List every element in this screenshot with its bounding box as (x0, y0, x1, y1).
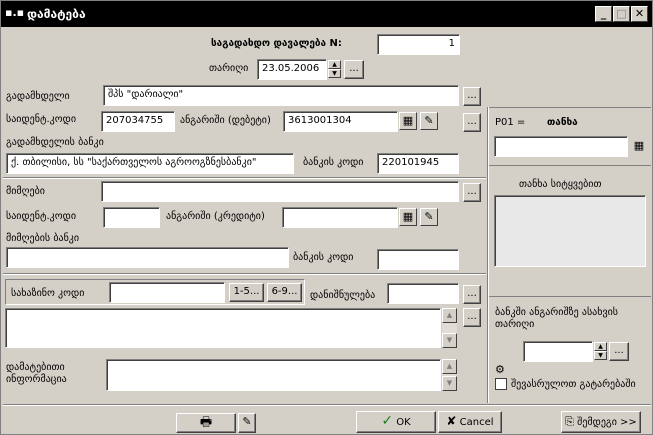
additional-info-scrollbar[interactable]: ▲ ▼ (442, 359, 457, 391)
purpose-textarea[interactable] (5, 308, 441, 348)
date-label: თარიღი (209, 63, 249, 74)
receiver-bank-label: მიმღების ბანკი (6, 233, 80, 244)
maximize-button[interactable]: □ (613, 6, 630, 22)
completed-label: შევასრულოთ გატარებაში (511, 379, 636, 390)
amount-label: თანხა (547, 117, 578, 128)
additional-info-textarea[interactable] (106, 359, 441, 391)
close-button[interactable]: ✕ (631, 6, 648, 22)
payer-bank-field[interactable]: ქ. თბილისი, სს "საქართველოს აგროოგზნესბა… (6, 153, 294, 174)
receiver-bank-field[interactable] (6, 247, 289, 268)
purpose-field[interactable] (387, 283, 459, 304)
payer-bank-label: გადამხდელის ბანკი (6, 137, 104, 148)
window-menu-icon[interactable]: ▪.▪ (5, 6, 24, 19)
divider (489, 296, 651, 297)
receiver-account-label: ანგარიში (კრედიტი) (166, 211, 265, 222)
payer-account-field[interactable]: 3613001304 (283, 111, 398, 132)
next-label: შემდეგი >> (577, 417, 637, 428)
treasury-code-label: სახაზინო კოდი (11, 288, 85, 299)
amount-field[interactable] (494, 136, 628, 157)
divider (3, 405, 651, 406)
receiver-bank-code-label: ბანკის კოდი (293, 252, 354, 263)
receiver-field[interactable] (101, 181, 459, 202)
divider (3, 274, 486, 275)
window-title: დამატება (27, 7, 86, 21)
completed-checkbox[interactable] (495, 378, 507, 390)
cancel-label: Cancel (459, 417, 494, 428)
receiver-tax-code-label: საიდენტ.კოდი (6, 211, 76, 222)
treasury-code-field[interactable] (109, 282, 225, 303)
edit-account-icon[interactable]: ✎ (420, 112, 438, 130)
receiver-label: მიმღები (6, 186, 45, 197)
amount-in-words-label: თანხა სიტყვებით (519, 179, 602, 190)
doc-title: საგადახდო დავალება N: (211, 38, 342, 49)
receiver-lookup-button[interactable]: ... (463, 183, 481, 202)
receiver-account-field[interactable] (282, 207, 398, 228)
calculator-icon[interactable]: ▦ (399, 112, 417, 130)
bank-date-label-1: ბანკში ანგარიშზე ასახვის (495, 307, 619, 318)
payer-account-label: ანგარიში (დებეტი) (180, 115, 271, 126)
additional-info-label-1: დამატებითი (6, 362, 65, 373)
scroll-up-arrow-icon[interactable]: ▲ (442, 359, 457, 374)
date-field[interactable]: 23.05.2006 (257, 59, 327, 80)
doc-number-field[interactable]: 1 (377, 34, 460, 55)
bank-date-picker-button[interactable]: ... (609, 342, 629, 361)
cancel-button[interactable]: ✘ Cancel (438, 411, 502, 433)
payer-field[interactable]: შპს "დარიალი" (103, 85, 459, 106)
edit-account-icon[interactable]: ✎ (420, 208, 438, 226)
ok-label: OK (396, 417, 411, 428)
divider (488, 107, 489, 403)
purpose-lookup-button[interactable]: ... (463, 285, 481, 304)
divider (489, 165, 651, 166)
receiver-tax-code-field[interactable] (103, 207, 160, 228)
dialog-window: ▪.▪ დამატება _ □ ✕ საგადახდო დავალება N:… (0, 0, 653, 435)
payer-tax-code-label: საიდენტ.კოდი (6, 114, 76, 125)
bank-date-label-2: თარიღი (495, 319, 535, 330)
settings-button[interactable]: ✎ (238, 413, 256, 433)
p01-code-label: P01 = (495, 117, 526, 128)
divider (489, 107, 651, 108)
payer-account-lookup-button[interactable]: ... (463, 113, 481, 132)
date-spinner[interactable]: ▲ ▼ (328, 60, 341, 78)
printer-icon: 🖶 (199, 415, 213, 430)
settings-icon: ✎ (242, 415, 252, 428)
date-picker-button[interactable]: ... (344, 60, 364, 79)
payer-bank-code-label: ბანკის კოდი (303, 157, 364, 168)
check-icon: ✓ (381, 413, 394, 429)
bank-date-spinner[interactable]: ▲ ▼ (594, 342, 607, 360)
payer-lookup-button[interactable]: ... (463, 87, 481, 106)
title-bar: ▪.▪ დამატება _ □ ✕ (1, 1, 652, 27)
ok-button[interactable]: ✓ OK (356, 411, 436, 433)
print-button[interactable]: 🖶 (176, 413, 236, 433)
payer-bank-code-field[interactable]: 220101945 (377, 153, 459, 174)
purpose-label: დანიშნულება (310, 290, 376, 301)
next-doc-icon: ⎘ (565, 415, 574, 428)
next-button[interactable]: ⎘ შემდეგი >> (561, 411, 641, 433)
payer-label: გადამხდელი (6, 91, 70, 102)
scroll-up-arrow-icon[interactable]: ▲ (442, 308, 457, 323)
purpose-text-lookup-button[interactable]: ... (463, 308, 481, 327)
scroll-down-arrow-icon[interactable]: ▼ (442, 376, 457, 391)
bank-date-field[interactable] (523, 341, 593, 362)
x-icon: ✘ (446, 414, 457, 428)
settings-icon[interactable]: ⚙ (495, 363, 505, 376)
divider (3, 178, 486, 179)
payer-tax-code-field[interactable]: 207034755 (101, 111, 175, 132)
scroll-down-arrow-icon[interactable]: ▼ (442, 333, 457, 348)
additional-info-label-2: ინფორმაცია (6, 374, 67, 385)
amount-in-words-box (494, 195, 646, 267)
purpose-scrollbar[interactable]: ▲ ▼ (442, 308, 457, 348)
treasury-range-6-9-button[interactable]: 6-9... (267, 283, 302, 302)
receiver-bank-code-field[interactable] (377, 249, 459, 270)
minimize-button[interactable]: _ (595, 6, 612, 22)
calculator-icon[interactable]: ▦ (630, 138, 648, 156)
treasury-range-1-5-button[interactable]: 1-5... (229, 283, 264, 302)
calculator-icon[interactable]: ▦ (399, 208, 417, 226)
